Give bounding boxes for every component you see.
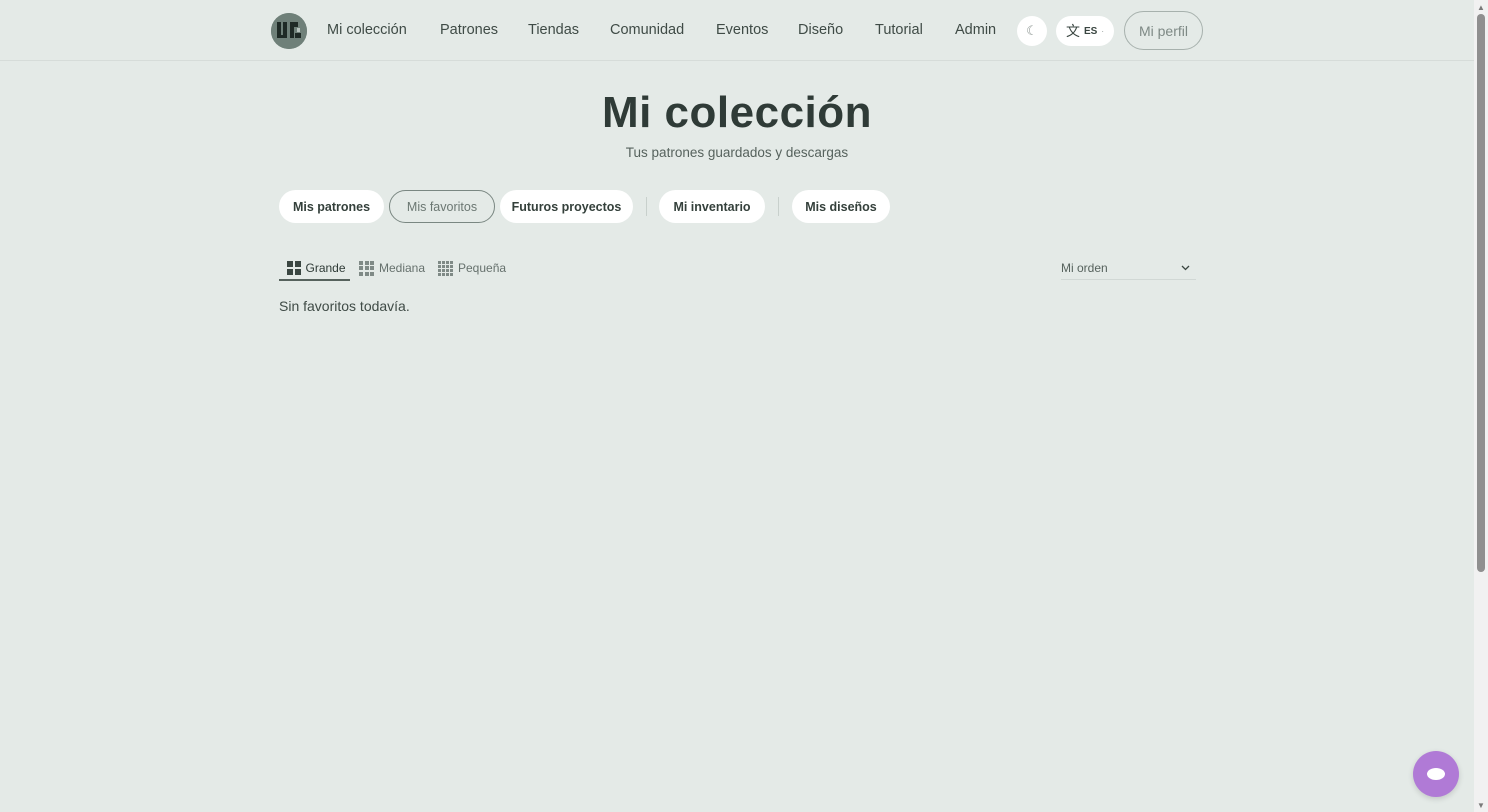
grid-4x4-icon: [438, 260, 453, 276]
nav-item-diseno[interactable]: Diseño: [798, 22, 843, 38]
tab-mis-favoritos[interactable]: Mis favoritos: [389, 190, 495, 223]
sort-select[interactable]: Mi orden: [1061, 256, 1196, 280]
logo-icon[interactable]: [271, 13, 307, 49]
view-small-label: Pequeña: [458, 261, 507, 275]
nav-item-comunidad[interactable]: Comunidad: [610, 22, 684, 38]
view-large-option[interactable]: Grande: [287, 256, 346, 280]
grid-2x2-icon: [287, 261, 301, 275]
page-title: Mi colección: [601, 88, 873, 137]
chevron-down-icon: ·: [1101, 26, 1104, 36]
page-subtitle: Tus patrones guardados y descargas: [625, 145, 849, 160]
theme-toggle-button[interactable]: ☾: [1017, 16, 1047, 46]
nav-item-tiendas[interactable]: Tiendas: [528, 22, 579, 38]
sort-selected-value: Mi orden: [1061, 260, 1108, 275]
chat-bubble-icon: [1427, 768, 1445, 780]
view-large-label: Grande: [305, 261, 346, 275]
nav-item-patrones[interactable]: Patrones: [440, 22, 498, 38]
nav-item-mi-coleccion[interactable]: Mi colección: [327, 22, 407, 38]
grid-3x3-icon: [359, 260, 374, 276]
view-medium-label: Mediana: [379, 261, 426, 275]
profile-button[interactable]: Mi perfil: [1124, 11, 1203, 50]
tab-mis-patrones[interactable]: Mis patrones: [279, 190, 384, 223]
view-small-option[interactable]: Pequeña: [438, 256, 506, 280]
language-code: ES: [1083, 25, 1098, 37]
tab-futuros-proyectos[interactable]: Futuros proyectos: [500, 190, 633, 223]
tab-mi-inventario[interactable]: Mi inventario: [659, 190, 765, 223]
chevron-down-icon: [1181, 265, 1190, 270]
active-view-indicator: [279, 279, 350, 281]
page-scrollbar[interactable]: ▲ ▼: [1474, 0, 1488, 812]
tab-divider: [778, 197, 779, 216]
view-medium-option[interactable]: Mediana: [359, 256, 425, 280]
moon-icon: ☾: [1026, 23, 1038, 38]
language-selector[interactable]: 文 ES ·: [1056, 16, 1114, 46]
scroll-up-arrow-icon[interactable]: ▲: [1474, 0, 1488, 14]
top-nav-bar: Mi colección Patrones Tiendas Comunidad …: [0, 0, 1474, 61]
scrollbar-thumb[interactable]: [1477, 14, 1485, 572]
tab-divider: [646, 197, 647, 216]
translate-icon: 文: [1065, 23, 1080, 39]
nav-item-admin[interactable]: Admin: [955, 22, 996, 38]
tab-mis-disenos[interactable]: Mis diseños: [792, 190, 890, 223]
chat-button[interactable]: [1413, 751, 1459, 797]
nav-item-eventos[interactable]: Eventos: [716, 22, 768, 38]
scroll-down-arrow-icon[interactable]: ▼: [1474, 798, 1488, 812]
empty-state-message: Sin favoritos todavía.: [279, 298, 410, 314]
nav-item-tutorial[interactable]: Tutorial: [875, 22, 923, 38]
